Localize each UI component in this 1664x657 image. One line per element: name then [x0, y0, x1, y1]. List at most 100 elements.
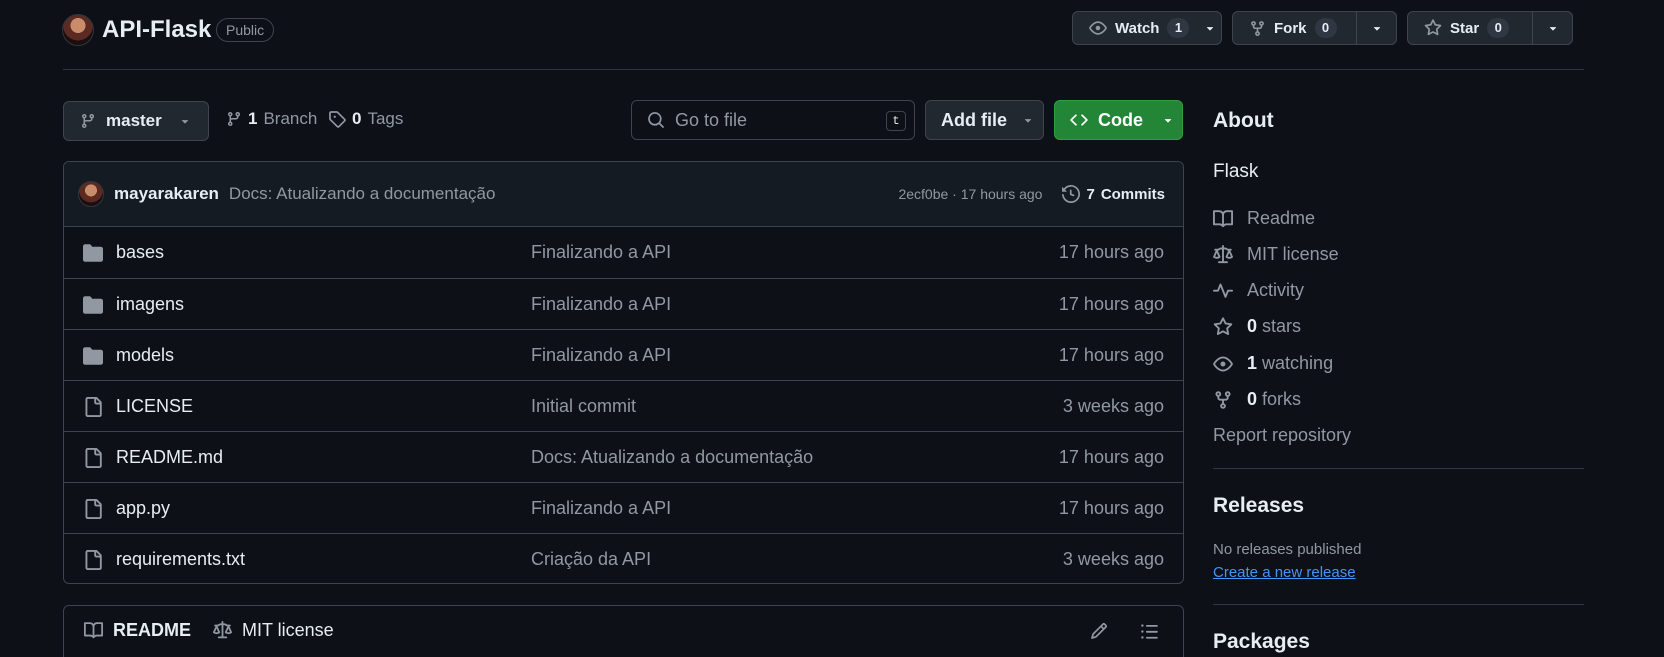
star-dropdown[interactable]	[1532, 12, 1572, 44]
license-tab[interactable]: MIT license	[213, 620, 334, 641]
file-row[interactable]: LICENSE Initial commit 3 weeks ago	[64, 380, 1183, 431]
commit-meta[interactable]: 2ecf0be · 17 hours ago	[898, 186, 1042, 202]
history-icon	[1062, 185, 1081, 203]
stars-link[interactable]: 0 stars	[1213, 316, 1301, 337]
license-link-label: MIT license	[1247, 244, 1339, 264]
file-icon	[83, 550, 103, 570]
commits-label: Commits	[1100, 185, 1165, 203]
license-link[interactable]: MIT license	[1213, 244, 1339, 265]
file-commit-age: 17 hours ago	[1058, 345, 1164, 365]
chevron-down-icon	[1549, 27, 1556, 31]
watch-button[interactable]: Watch 1	[1072, 11, 1222, 45]
file-commit-age: 17 hours ago	[1058, 242, 1164, 262]
activity-link[interactable]: Activity	[1213, 280, 1304, 301]
folder-icon	[83, 243, 103, 263]
stars-label: stars	[1262, 316, 1302, 336]
forks-label: forks	[1262, 389, 1302, 409]
file-commit-message[interactable]: Criação da API	[531, 549, 651, 570]
star-icon	[1213, 316, 1233, 335]
file-row[interactable]: models Finalizando a API 17 hours ago	[64, 329, 1183, 380]
tag-icon	[329, 111, 346, 128]
file-name[interactable]: models	[116, 345, 174, 366]
commits-link[interactable]: 7 Commits	[1062, 185, 1165, 203]
pencil-icon	[1091, 623, 1107, 639]
file-row[interactable]: imagens Finalizando a API 17 hours ago	[64, 278, 1183, 329]
add-file-button[interactable]: Add file	[925, 100, 1044, 140]
tags-link[interactable]: 0 Tags	[328, 109, 403, 129]
forks-count: 0	[1247, 389, 1258, 409]
about-heading: About	[1213, 109, 1274, 132]
repo-title[interactable]: API-Flask	[102, 16, 211, 44]
file-commit-message[interactable]: Finalizando a API	[531, 294, 671, 315]
commit-author-avatar[interactable]	[78, 181, 104, 207]
fork-icon	[1251, 20, 1264, 36]
file-name[interactable]: bases	[116, 242, 164, 263]
fork-label: Fork	[1274, 19, 1307, 37]
pulse-icon	[1213, 283, 1233, 298]
star-count: 0	[1487, 18, 1510, 38]
chevron-down-icon	[1207, 27, 1214, 31]
go-to-file-input[interactable]: Go to file t	[631, 100, 915, 140]
file-row[interactable]: README.md Docs: Atualizando a documentaçã…	[64, 431, 1183, 482]
watch-dropdown[interactable]	[1199, 12, 1221, 44]
file-name[interactable]: README.md	[116, 447, 223, 468]
folder-icon	[83, 346, 103, 366]
file-commit-message[interactable]: Finalizando a API	[531, 242, 671, 263]
code-button[interactable]: Code	[1054, 100, 1183, 140]
star-button[interactable]: Star 0	[1407, 11, 1573, 45]
watching-link[interactable]: 1 watching	[1213, 353, 1333, 374]
chevron-down-icon	[1024, 119, 1032, 123]
owner-avatar[interactable]	[62, 14, 94, 46]
report-repository-link[interactable]: Report repository	[1213, 425, 1351, 446]
commits-count: 7	[1086, 185, 1095, 203]
branch-name: master	[106, 111, 162, 130]
file-row[interactable]: app.py Finalizando a API 17 hours ago	[64, 482, 1183, 533]
chevron-down-icon	[1373, 27, 1380, 31]
branch-select[interactable]: master	[63, 101, 209, 141]
go-to-file-placeholder: Go to file	[675, 109, 748, 130]
commit-message[interactable]: Docs: Atualizando a documentação	[229, 184, 496, 204]
file-commit-age: 17 hours ago	[1058, 447, 1164, 467]
chevron-down-icon	[1164, 119, 1172, 123]
fork-button[interactable]: Fork 0	[1232, 11, 1397, 45]
file-name[interactable]: requirements.txt	[116, 549, 245, 570]
file-name[interactable]: imagens	[116, 294, 184, 315]
releases-heading[interactable]: Releases	[1213, 494, 1304, 518]
law-icon	[1213, 244, 1233, 263]
file-commit-message[interactable]: Initial commit	[531, 396, 636, 417]
file-rows: bases Finalizando a API 17 hours ago imagen…	[64, 227, 1183, 583]
license-tab-label: MIT license	[242, 620, 334, 640]
readme-link[interactable]: Readme	[1213, 208, 1315, 229]
packages-heading[interactable]: Packages	[1213, 630, 1310, 654]
outline-button[interactable]	[1140, 622, 1159, 641]
file-name[interactable]: app.py	[116, 498, 170, 519]
file-icon	[83, 448, 103, 468]
readme-tab[interactable]: README	[84, 620, 191, 641]
commit-author[interactable]: mayarakaren	[114, 184, 219, 204]
forks-link[interactable]: 0 forks	[1213, 389, 1301, 410]
branches-link[interactable]: 1 Branch	[226, 109, 317, 129]
file-row[interactable]: bases Finalizando a API 17 hours ago	[64, 227, 1183, 278]
header-divider	[63, 69, 1584, 70]
book-icon	[1213, 209, 1233, 227]
branches-label: Branch	[263, 109, 318, 128]
visibility-badge: Public	[216, 18, 275, 42]
eye-icon	[1089, 21, 1107, 35]
star-icon	[1424, 19, 1442, 36]
latest-commit-bar: mayarakaren Docs: Atualizando a document…	[64, 162, 1183, 227]
sidebar-divider	[1213, 604, 1584, 605]
create-release-link[interactable]: Create a new release	[1213, 564, 1356, 581]
fork-dropdown[interactable]	[1356, 12, 1396, 44]
file-row[interactable]: requirements.txt Criação da API 3 weeks ag…	[64, 533, 1183, 583]
edit-readme-button[interactable]	[1090, 622, 1108, 640]
file-commit-message[interactable]: Finalizando a API	[531, 498, 671, 519]
file-name[interactable]: LICENSE	[116, 396, 193, 417]
star-label: Star	[1450, 19, 1480, 37]
watching-label: watching	[1262, 353, 1334, 373]
file-commit-age: 3 weeks ago	[1062, 396, 1164, 416]
stars-count: 0	[1247, 316, 1258, 336]
watching-count: 1	[1247, 353, 1258, 373]
law-icon	[213, 621, 232, 639]
file-commit-message[interactable]: Finalizando a API	[531, 345, 671, 366]
file-commit-message[interactable]: Docs: Atualizando a documentação	[531, 447, 813, 468]
